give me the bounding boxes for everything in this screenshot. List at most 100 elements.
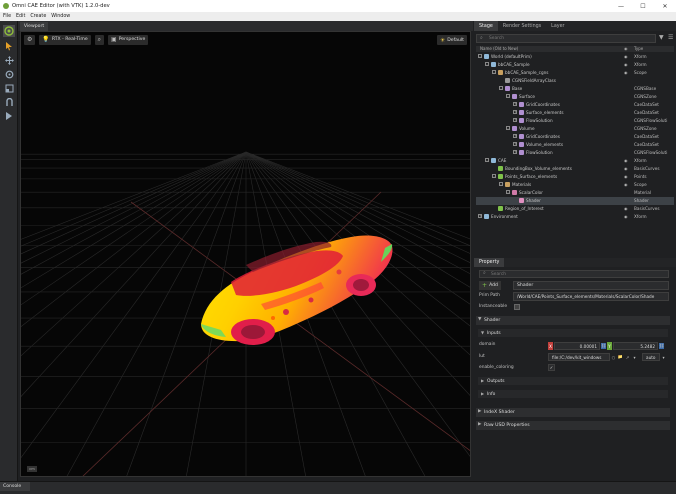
filter-icon[interactable]: ▼: [659, 34, 664, 41]
scale-tool-icon[interactable]: [3, 82, 15, 94]
car-model[interactable]: [201, 235, 393, 345]
instanceable-checkbox[interactable]: [514, 304, 520, 310]
visibility-eye-icon[interactable]: ◉: [624, 62, 628, 67]
expand-toggle-icon[interactable]: +: [478, 214, 482, 218]
prim-path-field[interactable]: /World/CAE/Points_Surface_elements/Mater…: [513, 292, 669, 301]
visibility-eye-icon[interactable]: ◉: [624, 70, 628, 75]
camera-button[interactable]: ▣ Perspective: [108, 34, 149, 45]
domain-min-field[interactable]: 0.00001: [554, 342, 600, 350]
collapse-toggle-icon[interactable]: -: [485, 62, 489, 66]
tab-render-settings[interactable]: Render Settings: [498, 21, 546, 31]
expand-toggle-icon[interactable]: +: [513, 150, 517, 154]
tree-row[interactable]: + FlowSolution CGNSFlowSoluti: [476, 117, 674, 125]
prim-name-field[interactable]: Shader: [513, 281, 669, 290]
tree-row[interactable]: + FlowSolution CGNSFlowSoluti: [476, 149, 674, 157]
header-name[interactable]: Name (Old to New): [480, 46, 518, 51]
domain-min-link-icon[interactable]: ⛓: [601, 343, 606, 349]
visibility-eye-icon[interactable]: ◉: [624, 174, 628, 179]
viewport[interactable]: ⚙ 💡 RTX - Real-Time ⌕ ▣ Perspective ☀ Defau…: [20, 31, 471, 477]
lut-path-field[interactable]: file:/C:/dev/kit_windows: [548, 353, 610, 361]
collapse-toggle-icon[interactable]: -: [506, 94, 510, 98]
domain-max-link-icon[interactable]: ⛓: [659, 343, 664, 349]
stage-search-input[interactable]: ⌕ Search: [476, 34, 656, 43]
expand-toggle-icon[interactable]: +: [513, 102, 517, 106]
visibility-eye-icon[interactable]: ◉: [624, 182, 628, 187]
reset-circle-icon[interactable]: ○: [611, 354, 616, 360]
expand-toggle-icon[interactable]: +: [513, 134, 517, 138]
chevron-down-icon[interactable]: ▾: [661, 354, 666, 360]
inputs-section-header[interactable]: ▼ Inputs: [478, 329, 668, 337]
menu-file[interactable]: File: [3, 14, 11, 19]
move-tool-icon[interactable]: [3, 54, 15, 66]
visibility-eye-icon[interactable]: ◉: [624, 54, 628, 59]
outputs-section-header[interactable]: ▶ Outputs: [478, 377, 668, 385]
domain-max-field[interactable]: 5.2482: [613, 342, 658, 350]
options-icon[interactable]: ☰: [668, 34, 673, 41]
tree-row[interactable]: + GridCoordinates CaeDataSet: [476, 133, 674, 141]
tab-layer[interactable]: Layer: [546, 21, 569, 31]
property-search-input[interactable]: ⌕ Search: [479, 270, 669, 278]
snap-tool-icon[interactable]: [3, 96, 15, 108]
collapse-toggle-icon[interactable]: -: [485, 158, 489, 162]
add-button[interactable]: + Add: [479, 281, 501, 290]
tree-row[interactable]: - Materials ◉ Scope: [476, 181, 674, 189]
tree-row[interactable]: - Base CGNSBase: [476, 85, 674, 93]
maximize-button[interactable]: ☐: [632, 0, 654, 12]
expand-toggle-icon[interactable]: +: [513, 110, 517, 114]
folder-icon[interactable]: 📁: [618, 354, 623, 360]
tree-row[interactable]: CGNSFieldArrayClass: [476, 77, 674, 85]
tree-row[interactable]: + GridCoordinates CaeDataSet: [476, 101, 674, 109]
visibility-eye-icon[interactable]: ◉: [624, 158, 628, 163]
viewport-settings-button[interactable]: ⚙: [24, 34, 36, 45]
tree-row[interactable]: - Points_Surface_elements ◉ Points: [476, 173, 674, 181]
enable-coloring-checkbox[interactable]: ✓: [548, 364, 555, 371]
tab-stage[interactable]: Stage: [474, 21, 498, 31]
shader-section-header[interactable]: ▼ Shader: [476, 316, 670, 325]
tree-row[interactable]: + Surface_elements CaeDataSet: [476, 109, 674, 117]
viewport-scene[interactable]: [21, 32, 471, 477]
tree-row[interactable]: - Surface CGNSZone: [476, 93, 674, 101]
collapse-toggle-icon[interactable]: -: [499, 86, 503, 90]
expand-toggle-icon[interactable]: +: [513, 142, 517, 146]
collapse-toggle-icon[interactable]: -: [499, 182, 503, 186]
tree-row[interactable]: - bbCAE_Sample ◉ Xform: [476, 61, 674, 69]
tree-row[interactable]: BoundingBox_Volume_elements ◉ BasisCurves: [476, 165, 674, 173]
info-section-header[interactable]: ▶ Info: [478, 390, 668, 398]
tree-row[interactable]: - World (defaultPrim) ◉ Xform: [476, 53, 674, 61]
tree-row[interactable]: + Volume_elements CaeDataSet: [476, 141, 674, 149]
collapse-toggle-icon[interactable]: -: [478, 54, 482, 58]
tab-console[interactable]: Console: [0, 482, 30, 491]
tab-property[interactable]: Property: [474, 258, 505, 267]
visibility-eye-icon[interactable]: ◉: [624, 214, 628, 219]
tree-row[interactable]: - ScalarColor Material: [476, 189, 674, 197]
menu-edit[interactable]: Edit: [16, 14, 25, 19]
tab-viewport[interactable]: Viewport: [20, 22, 48, 31]
minimize-button[interactable]: —: [610, 0, 632, 12]
stage-tree[interactable]: - World (defaultPrim) ◉ Xform - bbCAE_Sample ◉…: [476, 53, 674, 253]
close-button[interactable]: ✕: [654, 0, 676, 12]
camera-search-button[interactable]: ⌕: [94, 34, 105, 45]
collapse-toggle-icon[interactable]: -: [506, 190, 510, 194]
omni-logo-icon[interactable]: [3, 25, 15, 37]
open-file-icon[interactable]: ↗: [625, 354, 630, 360]
menu-window[interactable]: Window: [51, 14, 70, 19]
indexx-shader-section-header[interactable]: ▶ IndeX Shader: [476, 408, 670, 417]
raw-usd-section-header[interactable]: ▶ Raw USD Properties: [476, 421, 670, 430]
collapse-toggle-icon[interactable]: -: [492, 70, 496, 74]
tree-row[interactable]: Region_of_Interest ◉ BasisCurves: [476, 205, 674, 213]
header-type[interactable]: Type: [634, 46, 643, 51]
select-tool-icon[interactable]: [3, 40, 15, 52]
renderer-button[interactable]: 💡 RTX - Real-Time: [39, 34, 91, 45]
collapse-toggle-icon[interactable]: -: [492, 174, 496, 178]
tree-row[interactable]: Shader Shader: [476, 197, 674, 205]
tree-row[interactable]: - bbCAE_Sample_cgns ◉ Scope: [476, 69, 674, 77]
visibility-eye-icon[interactable]: ◉: [624, 166, 628, 171]
tree-row[interactable]: - CAE ◉ Xform: [476, 157, 674, 165]
tree-row[interactable]: - Volume CGNSZone: [476, 125, 674, 133]
rotate-tool-icon[interactable]: [3, 68, 15, 80]
visibility-eye-icon[interactable]: ◉: [624, 206, 628, 211]
lut-mode-select[interactable]: auto: [642, 353, 660, 361]
collapse-toggle-icon[interactable]: -: [506, 126, 510, 130]
expand-toggle-icon[interactable]: +: [513, 118, 517, 122]
lighting-default-button[interactable]: ☀ Default: [436, 35, 467, 45]
